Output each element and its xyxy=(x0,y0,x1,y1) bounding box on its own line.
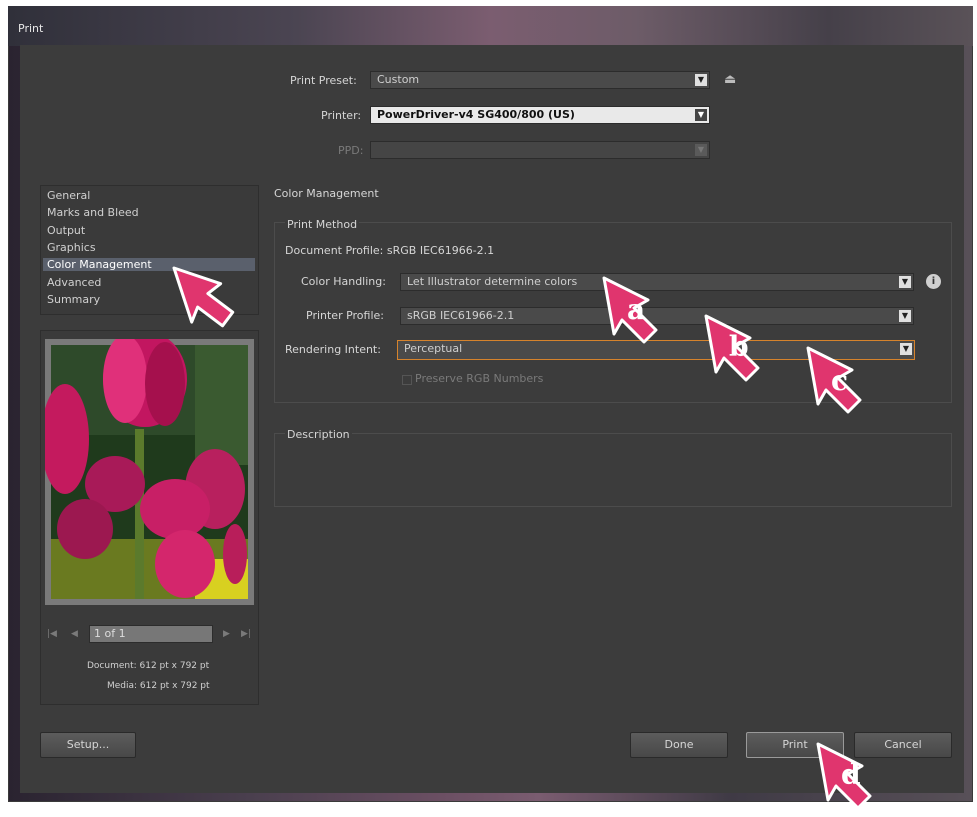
marker-b: b xyxy=(729,330,749,363)
marker-a: a xyxy=(627,293,646,326)
marker-d: d xyxy=(841,758,861,791)
sidebar-pointer-arrow xyxy=(172,259,236,333)
marker-c: c xyxy=(831,364,849,397)
annotation-overlay xyxy=(172,259,872,810)
